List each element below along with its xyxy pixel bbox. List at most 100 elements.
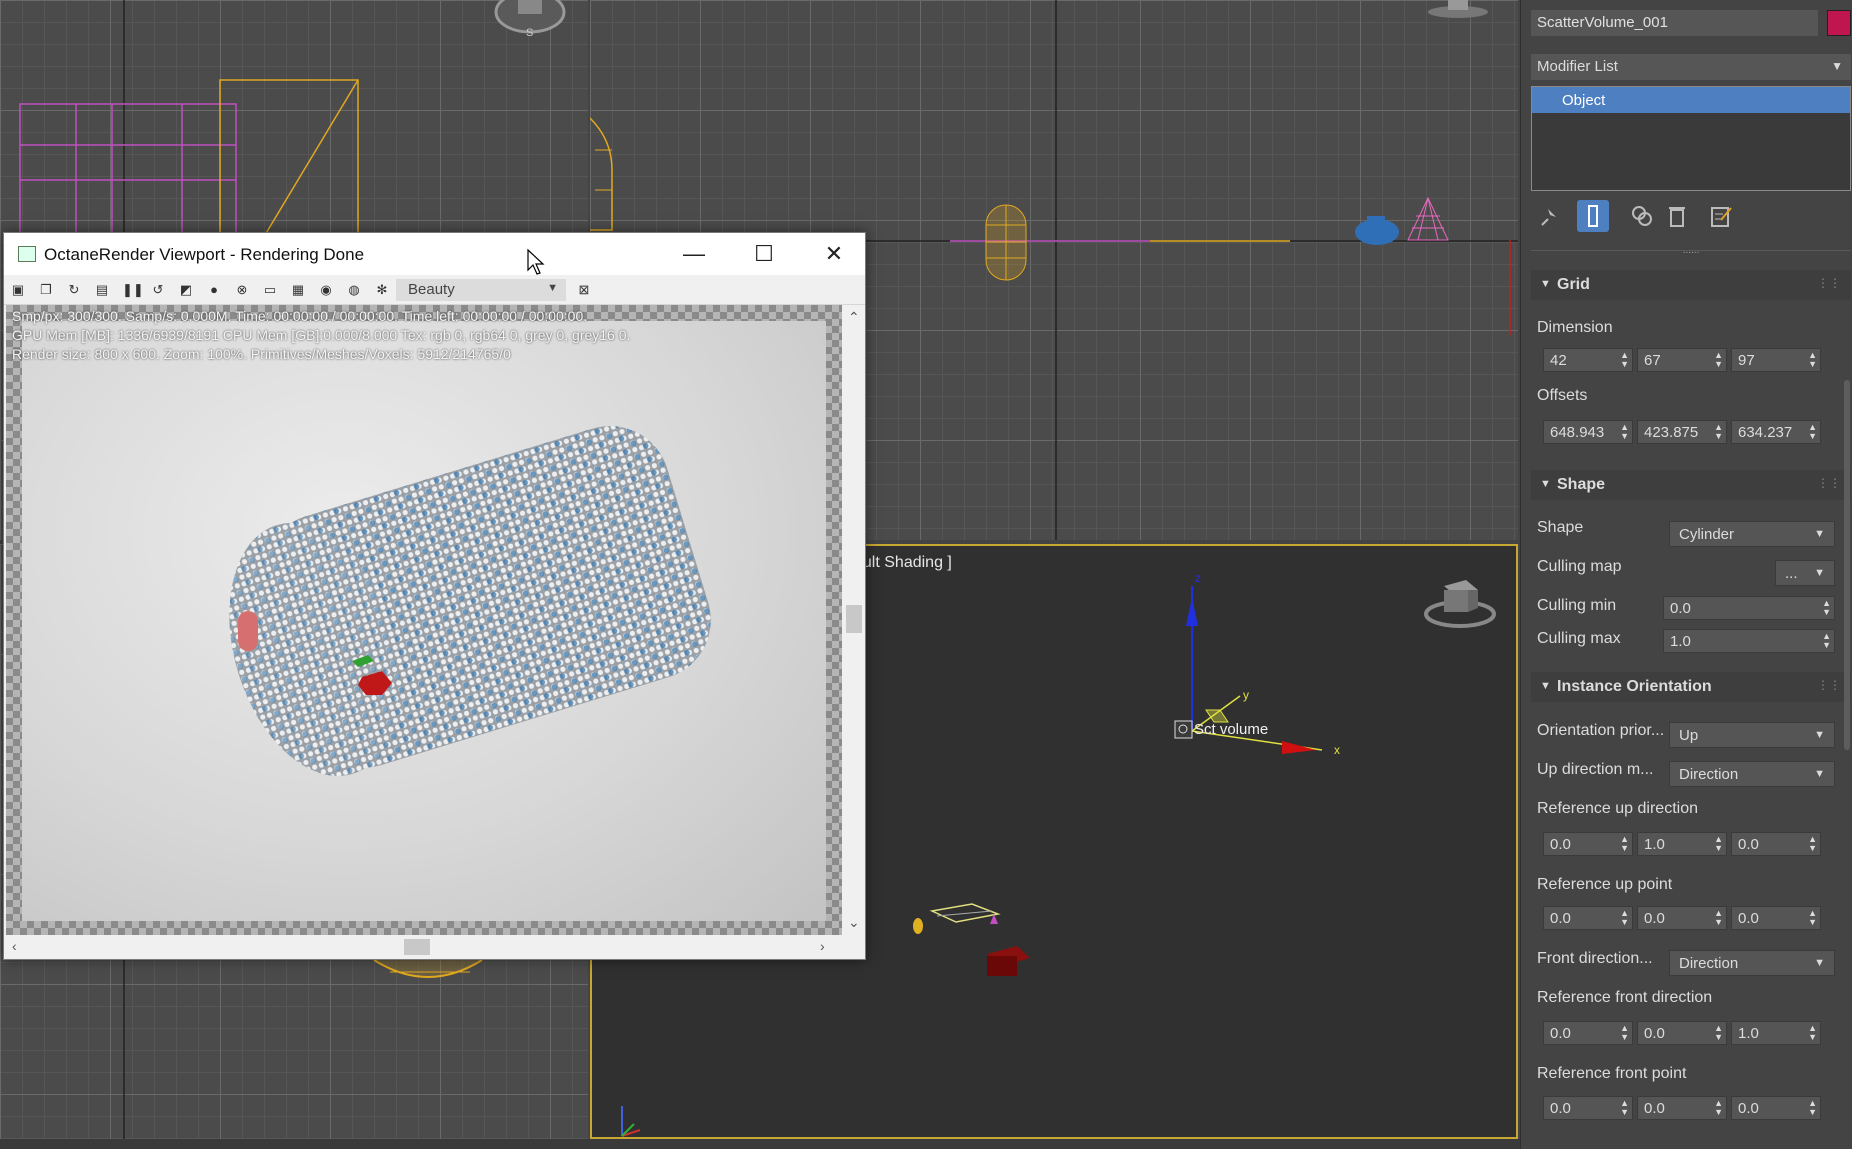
vertical-scrollbar[interactable]: ⌃ ⌄	[843, 305, 865, 935]
panel-splitter[interactable]: ∙∙∙∙∙∙	[1531, 248, 1851, 258]
material-picker-icon[interactable]: ⊗	[234, 282, 250, 298]
render-pass-dropdown[interactable]: Beauty ▼	[396, 279, 566, 301]
ref-front-direction-x-spinner[interactable]: 0.0 ▲ ▼	[1543, 1021, 1633, 1045]
pause-icon[interactable]: ❚❚	[122, 282, 144, 298]
ref-up-point-y-spinner[interactable]: 0.0 ▲ ▼	[1637, 906, 1727, 930]
culling-min-spinner[interactable]: 0.0 ▲ ▼	[1663, 596, 1835, 620]
spinner-arrows-icon[interactable]: ▲ ▼	[1620, 423, 1629, 441]
shape-dropdown[interactable]: Cylinder ▼	[1669, 521, 1835, 547]
rollout-orientation-header[interactable]: ▼ Instance Orientation ⋮⋮	[1531, 672, 1851, 702]
culling-max-spinner[interactable]: 1.0 ▲ ▼	[1663, 629, 1835, 653]
rollout-shape-header[interactable]: ▼ Shape ⋮⋮	[1531, 470, 1851, 500]
dimension-x-spinner[interactable]: 42 ▲ ▼	[1543, 348, 1633, 372]
ref-up-point-x-spinner[interactable]: 0.0 ▲ ▼	[1543, 906, 1633, 930]
ref-front-direction-y-spinner[interactable]: 0.0 ▲ ▼	[1637, 1021, 1727, 1045]
offset-x-spinner[interactable]: 648.943 ▲ ▼	[1543, 420, 1633, 444]
object-name-field[interactable]: ScatterVolume_001	[1531, 10, 1818, 36]
viewcube-perspective[interactable]	[1424, 580, 1496, 628]
viewcube-right[interactable]	[1428, 0, 1488, 18]
minimize-button[interactable]: —	[659, 233, 729, 275]
pin-stack-icon[interactable]	[1533, 200, 1565, 232]
color-picker-icon[interactable]: ●	[206, 282, 222, 298]
focus-picker-icon[interactable]: ◩	[178, 282, 194, 298]
spinner-arrows-icon[interactable]: ▲ ▼	[1714, 423, 1723, 441]
lock-icon[interactable]: ▤	[94, 282, 110, 298]
spinner-arrows-icon[interactable]: ▲ ▼	[1714, 1024, 1723, 1042]
window-titlebar[interactable]: OctaneRender Viewport - Rendering Done —…	[4, 233, 865, 275]
spinner-arrows-icon[interactable]: ▲ ▼	[1808, 1024, 1817, 1042]
3dsmax-workspace: S ault Shading] z x y Sct volume Scatte…	[0, 0, 1852, 1149]
spinner-value: 423.875	[1644, 424, 1699, 441]
spinner-arrows-icon[interactable]: ▲ ▼	[1808, 351, 1817, 369]
ref-front-point-x-spinner[interactable]: 0.0 ▲ ▼	[1543, 1096, 1633, 1120]
horizontal-scrollbar[interactable]: ‹ ›	[4, 935, 865, 959]
rollout-grid-header[interactable]: ▼ Grid ⋮⋮	[1531, 270, 1851, 300]
spinner-arrows-icon[interactable]: ▲ ▼	[1620, 1024, 1629, 1042]
stack-item-object[interactable]: Object	[1532, 87, 1850, 113]
ref-front-point-y-spinner[interactable]: 0.0 ▲ ▼	[1637, 1096, 1727, 1120]
dimension-z-spinner[interactable]: 97 ▲ ▼	[1731, 348, 1821, 372]
spinner-arrows-icon[interactable]: ▲ ▼	[1808, 835, 1817, 853]
scroll-thumb[interactable]	[846, 605, 862, 633]
region-render-icon[interactable]: ▭	[262, 282, 278, 298]
object-color-swatch[interactable]	[1827, 10, 1851, 36]
dimension-y-spinner[interactable]: 67 ▲ ▼	[1637, 348, 1727, 372]
spinner-arrows-icon[interactable]: ▲ ▼	[1714, 351, 1723, 369]
subsample-icon[interactable]: ◍	[346, 282, 362, 298]
spinner-arrows-icon[interactable]: ▲ ▼	[1620, 909, 1629, 927]
offset-z-spinner[interactable]: 634.237 ▲ ▼	[1731, 420, 1821, 444]
spinner-value: 0.0	[1550, 910, 1571, 927]
configure-modifier-sets-icon[interactable]	[1705, 200, 1737, 232]
svg-text:S: S	[526, 27, 533, 39]
ref-up-direction-x-spinner[interactable]: 0.0 ▲ ▼	[1543, 832, 1633, 856]
film-region-icon[interactable]: ▦	[290, 282, 306, 298]
scroll-down-icon[interactable]: ⌄	[848, 914, 860, 931]
spinner-arrows-icon[interactable]: ▲ ▼	[1808, 909, 1817, 927]
scroll-up-icon[interactable]: ⌃	[848, 309, 860, 326]
up-direction-mode-dropdown[interactable]: Direction ▼	[1669, 761, 1835, 787]
culling-map-button[interactable]: ... ▼	[1775, 560, 1835, 586]
spinner-arrows-icon[interactable]: ▲ ▼	[1714, 835, 1723, 853]
copy-render-icon[interactable]: ❐	[38, 282, 54, 298]
drag-handle-icon[interactable]: ⋮⋮	[1817, 678, 1841, 692]
modifier-stack[interactable]: Object	[1531, 86, 1851, 191]
spinner-arrows-icon[interactable]: ▲ ▼	[1822, 632, 1831, 650]
clay-mode-icon[interactable]: ◉	[318, 282, 334, 298]
scroll-left-icon[interactable]: ‹	[12, 938, 17, 954]
maximize-button[interactable]: ☐	[729, 233, 799, 275]
modifier-list-dropdown[interactable]: Modifier List ▼	[1531, 54, 1851, 80]
ref-up-direction-y-spinner[interactable]: 1.0 ▲ ▼	[1637, 832, 1727, 856]
panel-scrollbar[interactable]	[1844, 380, 1850, 750]
ref-front-direction-z-spinner[interactable]: 1.0 ▲ ▼	[1731, 1021, 1821, 1045]
drag-handle-icon[interactable]: ⋮⋮	[1817, 276, 1841, 290]
restart-render-icon[interactable]: ↻	[66, 282, 82, 298]
remove-modifier-icon[interactable]	[1661, 200, 1693, 232]
spinner-arrows-icon[interactable]: ▲ ▼	[1620, 835, 1629, 853]
spinner-arrows-icon[interactable]: ▲ ▼	[1822, 599, 1831, 617]
refresh-icon[interactable]: ↺	[150, 282, 166, 298]
settings-icon[interactable]: ✻	[374, 282, 390, 298]
spinner-arrows-icon[interactable]: ▲ ▼	[1714, 1099, 1723, 1117]
save-render-icon[interactable]: ▣	[10, 282, 26, 298]
spinner-arrows-icon[interactable]: ▲ ▼	[1620, 1099, 1629, 1117]
spinner-value: 0.0	[1670, 600, 1691, 617]
ref-up-point-z-spinner[interactable]: 0.0 ▲ ▼	[1731, 906, 1821, 930]
close-button[interactable]: ✕	[799, 233, 869, 275]
ref-front-point-z-spinner[interactable]: 0.0 ▲ ▼	[1731, 1096, 1821, 1120]
drag-handle-icon[interactable]: ⋮⋮	[1817, 476, 1841, 490]
offset-y-spinner[interactable]: 423.875 ▲ ▼	[1637, 420, 1727, 444]
make-unique-icon[interactable]	[1626, 200, 1658, 232]
spinner-arrows-icon[interactable]: ▲ ▼	[1620, 351, 1629, 369]
ref-up-direction-z-spinner[interactable]: 0.0 ▲ ▼	[1731, 832, 1821, 856]
viewcube-top[interactable]: S	[494, 0, 566, 39]
render-canvas[interactable]: Smp/px: 300/300. Samp/s: 0.000M. Time: 0…	[6, 305, 842, 935]
expand-view-icon[interactable]: ⊠	[576, 282, 592, 298]
spinner-arrows-icon[interactable]: ▲ ▼	[1714, 909, 1723, 927]
spinner-arrows-icon[interactable]: ▲ ▼	[1808, 423, 1817, 441]
show-end-result-icon[interactable]	[1577, 200, 1609, 232]
spinner-arrows-icon[interactable]: ▲ ▼	[1808, 1099, 1817, 1117]
front-direction-dropdown[interactable]: Direction ▼	[1669, 950, 1835, 976]
orientation-priority-dropdown[interactable]: Up ▼	[1669, 722, 1835, 748]
scroll-thumb[interactable]	[404, 939, 430, 955]
scroll-right-icon[interactable]: ›	[820, 938, 825, 954]
